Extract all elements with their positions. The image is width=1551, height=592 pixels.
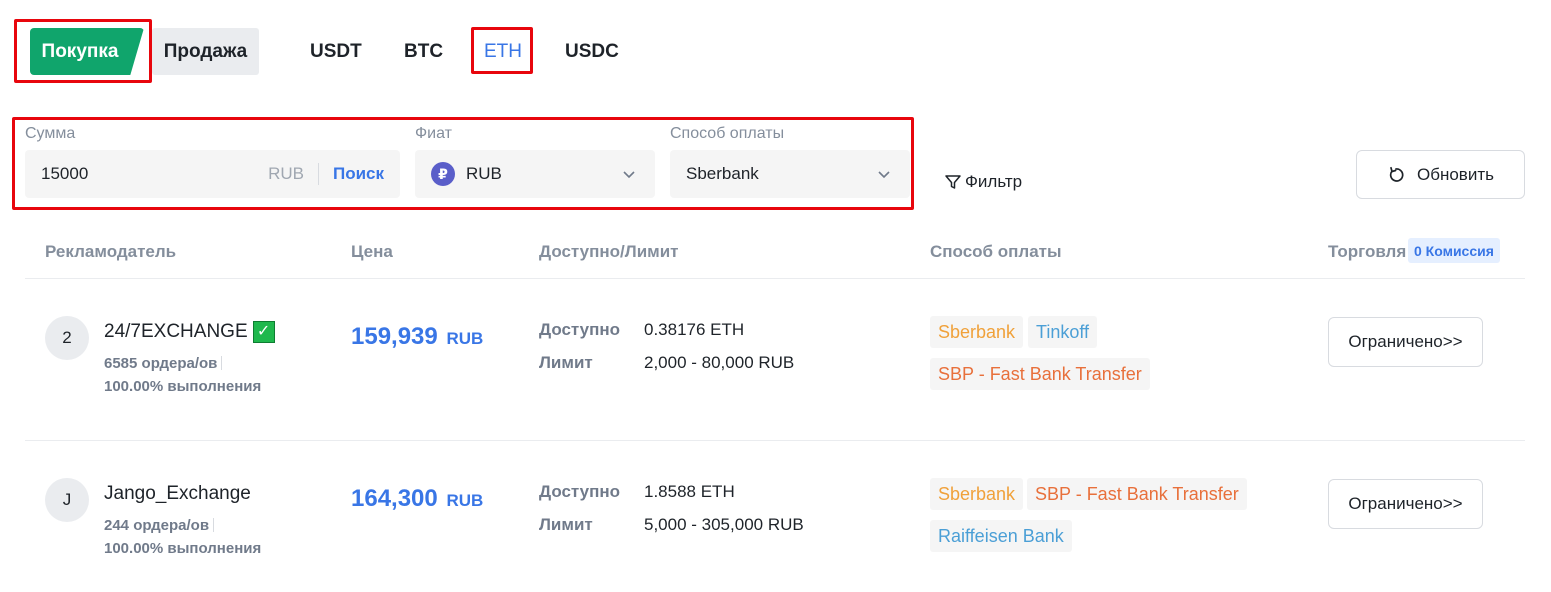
- amount-divider: [317, 163, 319, 185]
- funnel-icon: [945, 175, 961, 189]
- amount-field: 15000 RUB Поиск: [25, 150, 400, 198]
- price: 159,939 RUB: [351, 322, 483, 354]
- trade-button[interactable]: Ограничено>>: [1328, 479, 1483, 529]
- amount-input[interactable]: 15000: [41, 164, 268, 184]
- coin-tab-btc[interactable]: BTC: [404, 40, 443, 64]
- chevron-down-icon: [878, 171, 890, 179]
- available-value: 1.8588 ETH: [644, 482, 735, 501]
- limit-label: Лимит: [539, 515, 593, 534]
- advertiser-name[interactable]: Jango_Exchange: [104, 482, 251, 506]
- header-divider: [25, 278, 1525, 279]
- refresh-label: Обновить: [1417, 164, 1494, 184]
- payment-tag-sberbank: Sberbank: [930, 316, 1024, 348]
- price-currency: RUB: [446, 491, 484, 510]
- row-divider: [25, 440, 1525, 441]
- amount-unit: RUB: [268, 164, 304, 183]
- avatar[interactable]: 2: [45, 316, 89, 360]
- fiat-select[interactable]: ₽ RUB: [415, 150, 655, 198]
- fiat-label: Фиат: [415, 125, 452, 142]
- completion-rate: 100.00% выполнения: [104, 540, 262, 557]
- advertiser-name-text: 24/7EXCHANGE: [104, 321, 248, 342]
- stat-divider: [213, 518, 215, 532]
- payment-tag-tinkoff: Tinkoff: [1028, 316, 1098, 348]
- payment-tag-sberbank: Sberbank: [930, 478, 1024, 510]
- filter-label: Фильтр: [965, 172, 1023, 191]
- price-value: 159,939: [351, 323, 438, 350]
- price-currency: RUB: [446, 329, 484, 348]
- available-label: Доступно: [539, 482, 621, 501]
- header-price: Цена: [351, 242, 393, 261]
- payment-method-label: Способ оплаты: [670, 125, 785, 142]
- refresh-button[interactable]: Обновить: [1356, 150, 1525, 199]
- header-advertiser: Рекламодатель: [45, 242, 177, 261]
- payment-tag-sbp: SBP - Fast Bank Transfer: [930, 358, 1150, 390]
- trade-button[interactable]: Ограничено>>: [1328, 317, 1483, 367]
- payment-method-value: Sberbank: [686, 164, 759, 183]
- orders-count-text: 244 ордера/ов: [104, 517, 210, 534]
- coin-tab-eth[interactable]: ETH: [484, 40, 522, 64]
- price: 164,300 RUB: [351, 484, 483, 516]
- header-available-limit: Доступно/Лимит: [539, 242, 679, 261]
- payment-tag-sbp: SBP - Fast Bank Transfer: [1027, 478, 1247, 510]
- header-payment-method: Способ оплаты: [930, 242, 1062, 261]
- zero-fee-badge: 0 Комиссия: [1408, 238, 1500, 263]
- orders-count-text: 6585 ордера/ов: [104, 355, 218, 372]
- avatar[interactable]: J: [45, 478, 89, 522]
- coin-tab-usdt[interactable]: USDT: [310, 40, 362, 64]
- available-label: Доступно: [539, 320, 621, 339]
- fiat-value: RUB: [466, 164, 502, 183]
- orders-count: 244 ордера/ов: [104, 517, 215, 535]
- price-value: 164,300: [351, 485, 438, 512]
- buy-tab[interactable]: Покупка: [30, 28, 144, 75]
- limit-value: 2,000 - 80,000 RUB: [644, 353, 795, 372]
- advertiser-name[interactable]: 24/7EXCHANGE ✓: [104, 320, 275, 344]
- verified-check-icon: ✓: [252, 321, 275, 343]
- completion-rate: 100.00% выполнения: [104, 378, 262, 395]
- coin-tab-usdc[interactable]: USDC: [565, 40, 619, 64]
- orders-count: 6585 ордера/ов: [104, 355, 223, 373]
- sell-tab[interactable]: Продажа: [152, 28, 259, 75]
- limit-value: 5,000 - 305,000 RUB: [644, 515, 804, 534]
- payment-method-select[interactable]: Sberbank: [670, 150, 910, 198]
- ruble-icon: ₽: [431, 162, 455, 186]
- chevron-down-icon: [623, 171, 635, 179]
- search-button[interactable]: Поиск: [333, 164, 384, 184]
- refresh-icon: [1389, 166, 1404, 182]
- available-value: 0.38176 ETH: [644, 320, 745, 339]
- stat-divider: [221, 356, 223, 370]
- header-trade: Торговля: [1328, 242, 1407, 261]
- filter-button[interactable]: Фильтр: [944, 172, 1022, 192]
- limit-label: Лимит: [539, 353, 593, 372]
- payment-tag-raiffeisen: Raiffeisen Bank: [930, 520, 1072, 552]
- advertiser-name-text: Jango_Exchange: [104, 483, 251, 504]
- amount-label: Сумма: [25, 125, 76, 142]
